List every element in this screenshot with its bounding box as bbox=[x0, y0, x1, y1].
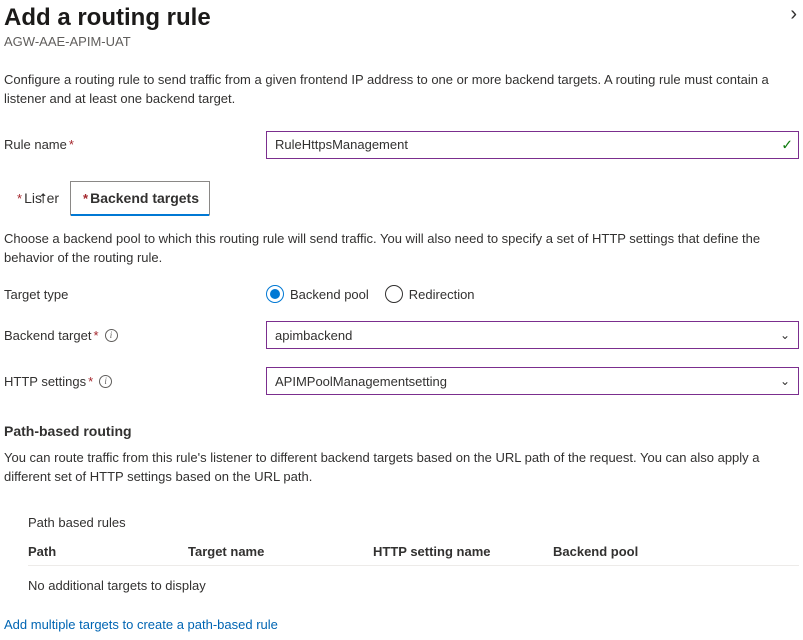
col-http: HTTP setting name bbox=[373, 544, 553, 559]
backend-target-label: Backend target bbox=[4, 328, 91, 343]
radio-backend-pool-label: Backend pool bbox=[290, 287, 369, 302]
required-asterisk: * bbox=[69, 137, 74, 152]
path-rules-header: Path Target name HTTP setting name Backe… bbox=[28, 544, 799, 566]
radio-redirection[interactable]: Redirection bbox=[385, 285, 475, 303]
col-path: Path bbox=[28, 544, 188, 559]
backend-target-select[interactable]: apimbackend ⌄ bbox=[266, 321, 799, 349]
required-asterisk: * bbox=[17, 191, 22, 206]
add-targets-link[interactable]: Add multiple targets to create a path-ba… bbox=[4, 617, 278, 632]
info-icon[interactable]: i bbox=[99, 375, 112, 388]
rule-name-label: Rule name bbox=[4, 137, 67, 152]
target-type-label: Target type bbox=[4, 287, 68, 302]
radio-redirection-label: Redirection bbox=[409, 287, 475, 302]
path-routing-heading: Path-based routing bbox=[4, 423, 799, 439]
path-rules-empty: No additional targets to display bbox=[28, 578, 799, 593]
target-type-radio-group: Backend pool Redirection bbox=[266, 285, 799, 303]
tab-backend-targets[interactable]: * Backend targets bbox=[70, 181, 210, 216]
rule-name-input[interactable] bbox=[266, 131, 799, 159]
tab-backend-label: Backend targets bbox=[90, 190, 199, 206]
close-chevron-icon[interactable]: › bbox=[788, 4, 799, 24]
path-routing-desc: You can route traffic from this rule's l… bbox=[4, 449, 799, 487]
tab-listener[interactable]: * Lis⭡er bbox=[4, 181, 70, 216]
backend-target-value: apimbackend bbox=[275, 328, 352, 343]
col-target: Target name bbox=[188, 544, 373, 559]
chevron-down-icon: ⌄ bbox=[780, 328, 790, 342]
backend-description: Choose a backend pool to which this rout… bbox=[4, 230, 799, 268]
radio-icon bbox=[385, 285, 403, 303]
panel-title: Add a routing rule bbox=[4, 4, 211, 32]
required-asterisk: * bbox=[88, 374, 93, 389]
intro-text: Configure a routing rule to send traffic… bbox=[4, 71, 799, 109]
path-rules-title: Path based rules bbox=[28, 515, 799, 530]
http-settings-label: HTTP settings bbox=[4, 374, 86, 389]
http-settings-value: APIMPoolManagementsetting bbox=[275, 374, 447, 389]
tabs: * Lis⭡er * Backend targets bbox=[4, 181, 799, 216]
chevron-down-icon: ⌄ bbox=[780, 374, 790, 388]
http-settings-select[interactable]: APIMPoolManagementsetting ⌄ bbox=[266, 367, 799, 395]
required-asterisk: * bbox=[93, 328, 98, 343]
required-asterisk: * bbox=[83, 191, 88, 206]
panel-subtitle: AGW-AAE-APIM-UAT bbox=[4, 34, 211, 49]
col-pool: Backend pool bbox=[553, 544, 799, 559]
info-icon[interactable]: i bbox=[105, 329, 118, 342]
radio-icon bbox=[266, 285, 284, 303]
tab-listener-label: Lis⭡er bbox=[24, 190, 59, 207]
radio-backend-pool[interactable]: Backend pool bbox=[266, 285, 369, 303]
